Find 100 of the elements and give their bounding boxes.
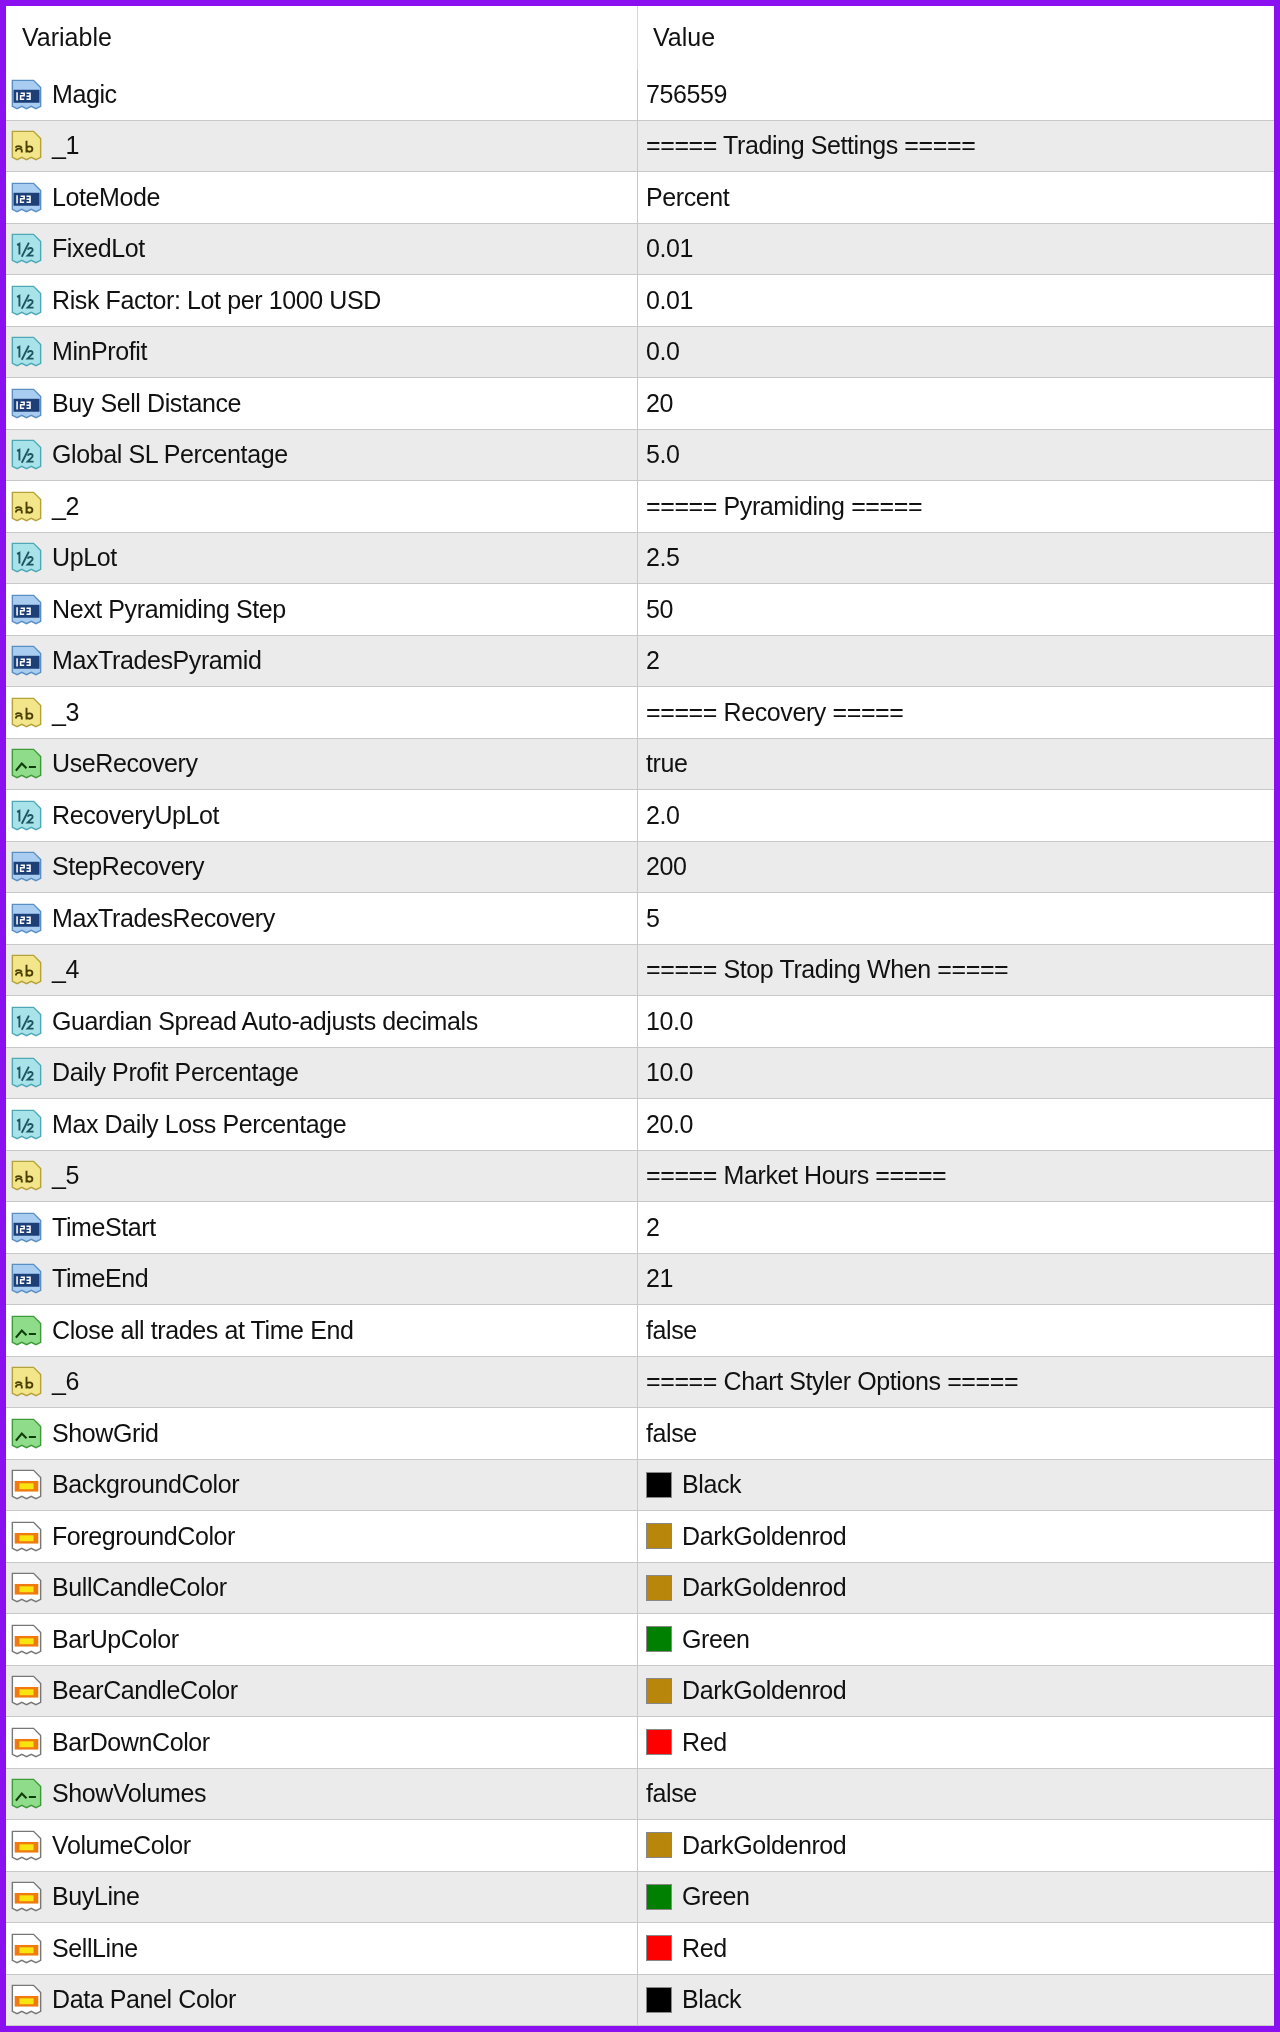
variable-value: 10.0	[646, 1006, 694, 1036]
value-cell[interactable]: 10.0	[637, 996, 1274, 1048]
variable-value: 2.0	[646, 800, 680, 830]
variable-name: Global SL Percentage	[52, 440, 288, 470]
value-cell[interactable]: Red	[637, 1923, 1274, 1975]
value-cell[interactable]: Red	[637, 1717, 1274, 1769]
variable-value: 5	[646, 903, 660, 933]
value-cell[interactable]: Green	[637, 1614, 1274, 1666]
variable-name: _4	[52, 955, 79, 985]
variable-name: Close all trades at Time End	[52, 1315, 354, 1345]
variable-value: Black	[682, 1470, 742, 1500]
variable-name: _6	[52, 1367, 79, 1397]
value-cell[interactable]: 5	[637, 893, 1274, 945]
value-cell[interactable]: 0.0	[637, 326, 1274, 378]
variable-value: 2	[646, 646, 660, 676]
variable-value: Red	[682, 1933, 727, 1963]
value-cell[interactable]: DarkGoldenrod	[637, 1511, 1274, 1563]
variable-value: 200	[646, 852, 687, 882]
value-cell[interactable]: DarkGoldenrod	[637, 1820, 1274, 1872]
variable-name: Guardian Spread Auto-adjusts decimals	[52, 1006, 478, 1036]
value-cell[interactable]: false	[637, 1305, 1274, 1357]
value-cell[interactable]: 2.0	[637, 790, 1274, 842]
variable-value: false	[646, 1779, 697, 1809]
variable-value: Green	[682, 1624, 750, 1654]
variable-name: RecoveryUpLot	[52, 800, 220, 830]
value-cell[interactable]: ===== Chart Styler Options =====	[637, 1356, 1274, 1408]
variable-value: false	[646, 1418, 697, 1448]
variable-value: false	[646, 1315, 697, 1345]
variable-name: Risk Factor: Lot per 1000 USD	[52, 285, 381, 315]
variable-name: BullCandleColor	[52, 1573, 227, 1603]
value-cell[interactable]: ===== Stop Trading When =====	[637, 944, 1274, 996]
variable-name: FixedLot	[52, 234, 145, 264]
value-cell[interactable]: Percent	[637, 172, 1274, 224]
variable-name: StepRecovery	[52, 852, 205, 882]
value-cell[interactable]: Green	[637, 1871, 1274, 1923]
variable-name: MaxTradesPyramid	[52, 646, 262, 676]
variable-name: _3	[52, 697, 79, 727]
variable-value: ===== Pyramiding =====	[646, 491, 923, 521]
value-cell[interactable]: ===== Pyramiding =====	[637, 481, 1274, 533]
variable-value: 0.01	[646, 234, 694, 264]
variable-name: Daily Profit Percentage	[52, 1058, 299, 1088]
variable-name: Magic	[52, 79, 117, 109]
variable-name: Next Pyramiding Step	[52, 594, 286, 624]
value-cell[interactable]: 200	[637, 841, 1274, 893]
variable-value: 0.0	[646, 337, 680, 367]
variable-name: ForegroundColor	[52, 1521, 235, 1551]
variable-value: Percent	[646, 182, 730, 212]
variable-name: LoteMode	[52, 182, 160, 212]
variable-value: true	[646, 749, 688, 779]
value-cell[interactable]: true	[637, 738, 1274, 790]
variable-name: TimeEnd	[52, 1264, 149, 1294]
variable-name: BuyLine	[52, 1882, 140, 1912]
value-cell[interactable]: 20.0	[637, 1099, 1274, 1151]
value-cell[interactable]: 2	[637, 635, 1274, 687]
value-cell[interactable]: 5.0	[637, 429, 1274, 481]
variable-value: ===== Market Hours =====	[646, 1161, 947, 1191]
value-cell[interactable]: 21	[637, 1253, 1274, 1305]
value-cell[interactable]: 2.5	[637, 532, 1274, 584]
value-cell[interactable]: 20	[637, 378, 1274, 430]
value-cell[interactable]: DarkGoldenrod	[637, 1562, 1274, 1614]
variable-name: UpLot	[52, 543, 117, 573]
variable-value: 20	[646, 388, 673, 418]
variable-value: 0.01	[646, 285, 694, 315]
value-cell[interactable]: 10.0	[637, 1047, 1274, 1099]
variable-value: Black	[682, 1985, 742, 2015]
value-cell[interactable]: DarkGoldenrod	[637, 1665, 1274, 1717]
value-cell[interactable]: 0.01	[637, 275, 1274, 327]
variable-name: _5	[52, 1161, 79, 1191]
variable-name: Max Daily Loss Percentage	[52, 1109, 347, 1139]
variable-value: DarkGoldenrod	[682, 1830, 847, 1860]
value-cell[interactable]: Black	[637, 1974, 1274, 2026]
variable-name: Buy Sell Distance	[52, 388, 242, 418]
variable-value: 50	[646, 594, 673, 624]
variable-name: ShowVolumes	[52, 1779, 207, 1809]
value-cell[interactable]: 756559	[637, 69, 1274, 121]
value-cell[interactable]: 2	[637, 1202, 1274, 1254]
variable-name: MaxTradesRecovery	[52, 903, 275, 933]
variable-name: BackgroundColor	[52, 1470, 240, 1500]
value-cell[interactable]: 50	[637, 584, 1274, 636]
variable-name: BearCandleColor	[52, 1676, 238, 1706]
variable-value: ===== Trading Settings =====	[646, 131, 976, 161]
value-cell[interactable]: false	[637, 1408, 1274, 1460]
value-cell[interactable]: Black	[637, 1459, 1274, 1511]
variable-name: MinProfit	[52, 337, 148, 367]
value-cell[interactable]: false	[637, 1768, 1274, 1820]
variable-value: 10.0	[646, 1058, 694, 1088]
variable-value: Red	[682, 1727, 727, 1757]
variable-value: ===== Recovery =====	[646, 697, 904, 727]
variable-name: TimeStart	[52, 1212, 156, 1242]
variable-value: 2	[646, 1212, 660, 1242]
variable-name: SellLine	[52, 1933, 138, 1963]
variable-name: VolumeColor	[52, 1830, 191, 1860]
value-cell[interactable]: ===== Trading Settings =====	[637, 120, 1274, 172]
variable-value: ===== Stop Trading When =====	[646, 955, 1009, 985]
value-cell[interactable]: 0.01	[637, 223, 1274, 275]
variable-name: _2	[52, 491, 79, 521]
value-cell[interactable]: ===== Recovery =====	[637, 687, 1274, 739]
variable-value: 756559	[646, 79, 728, 109]
variable-name: ShowGrid	[52, 1418, 159, 1448]
value-cell[interactable]: ===== Market Hours =====	[637, 1150, 1274, 1202]
